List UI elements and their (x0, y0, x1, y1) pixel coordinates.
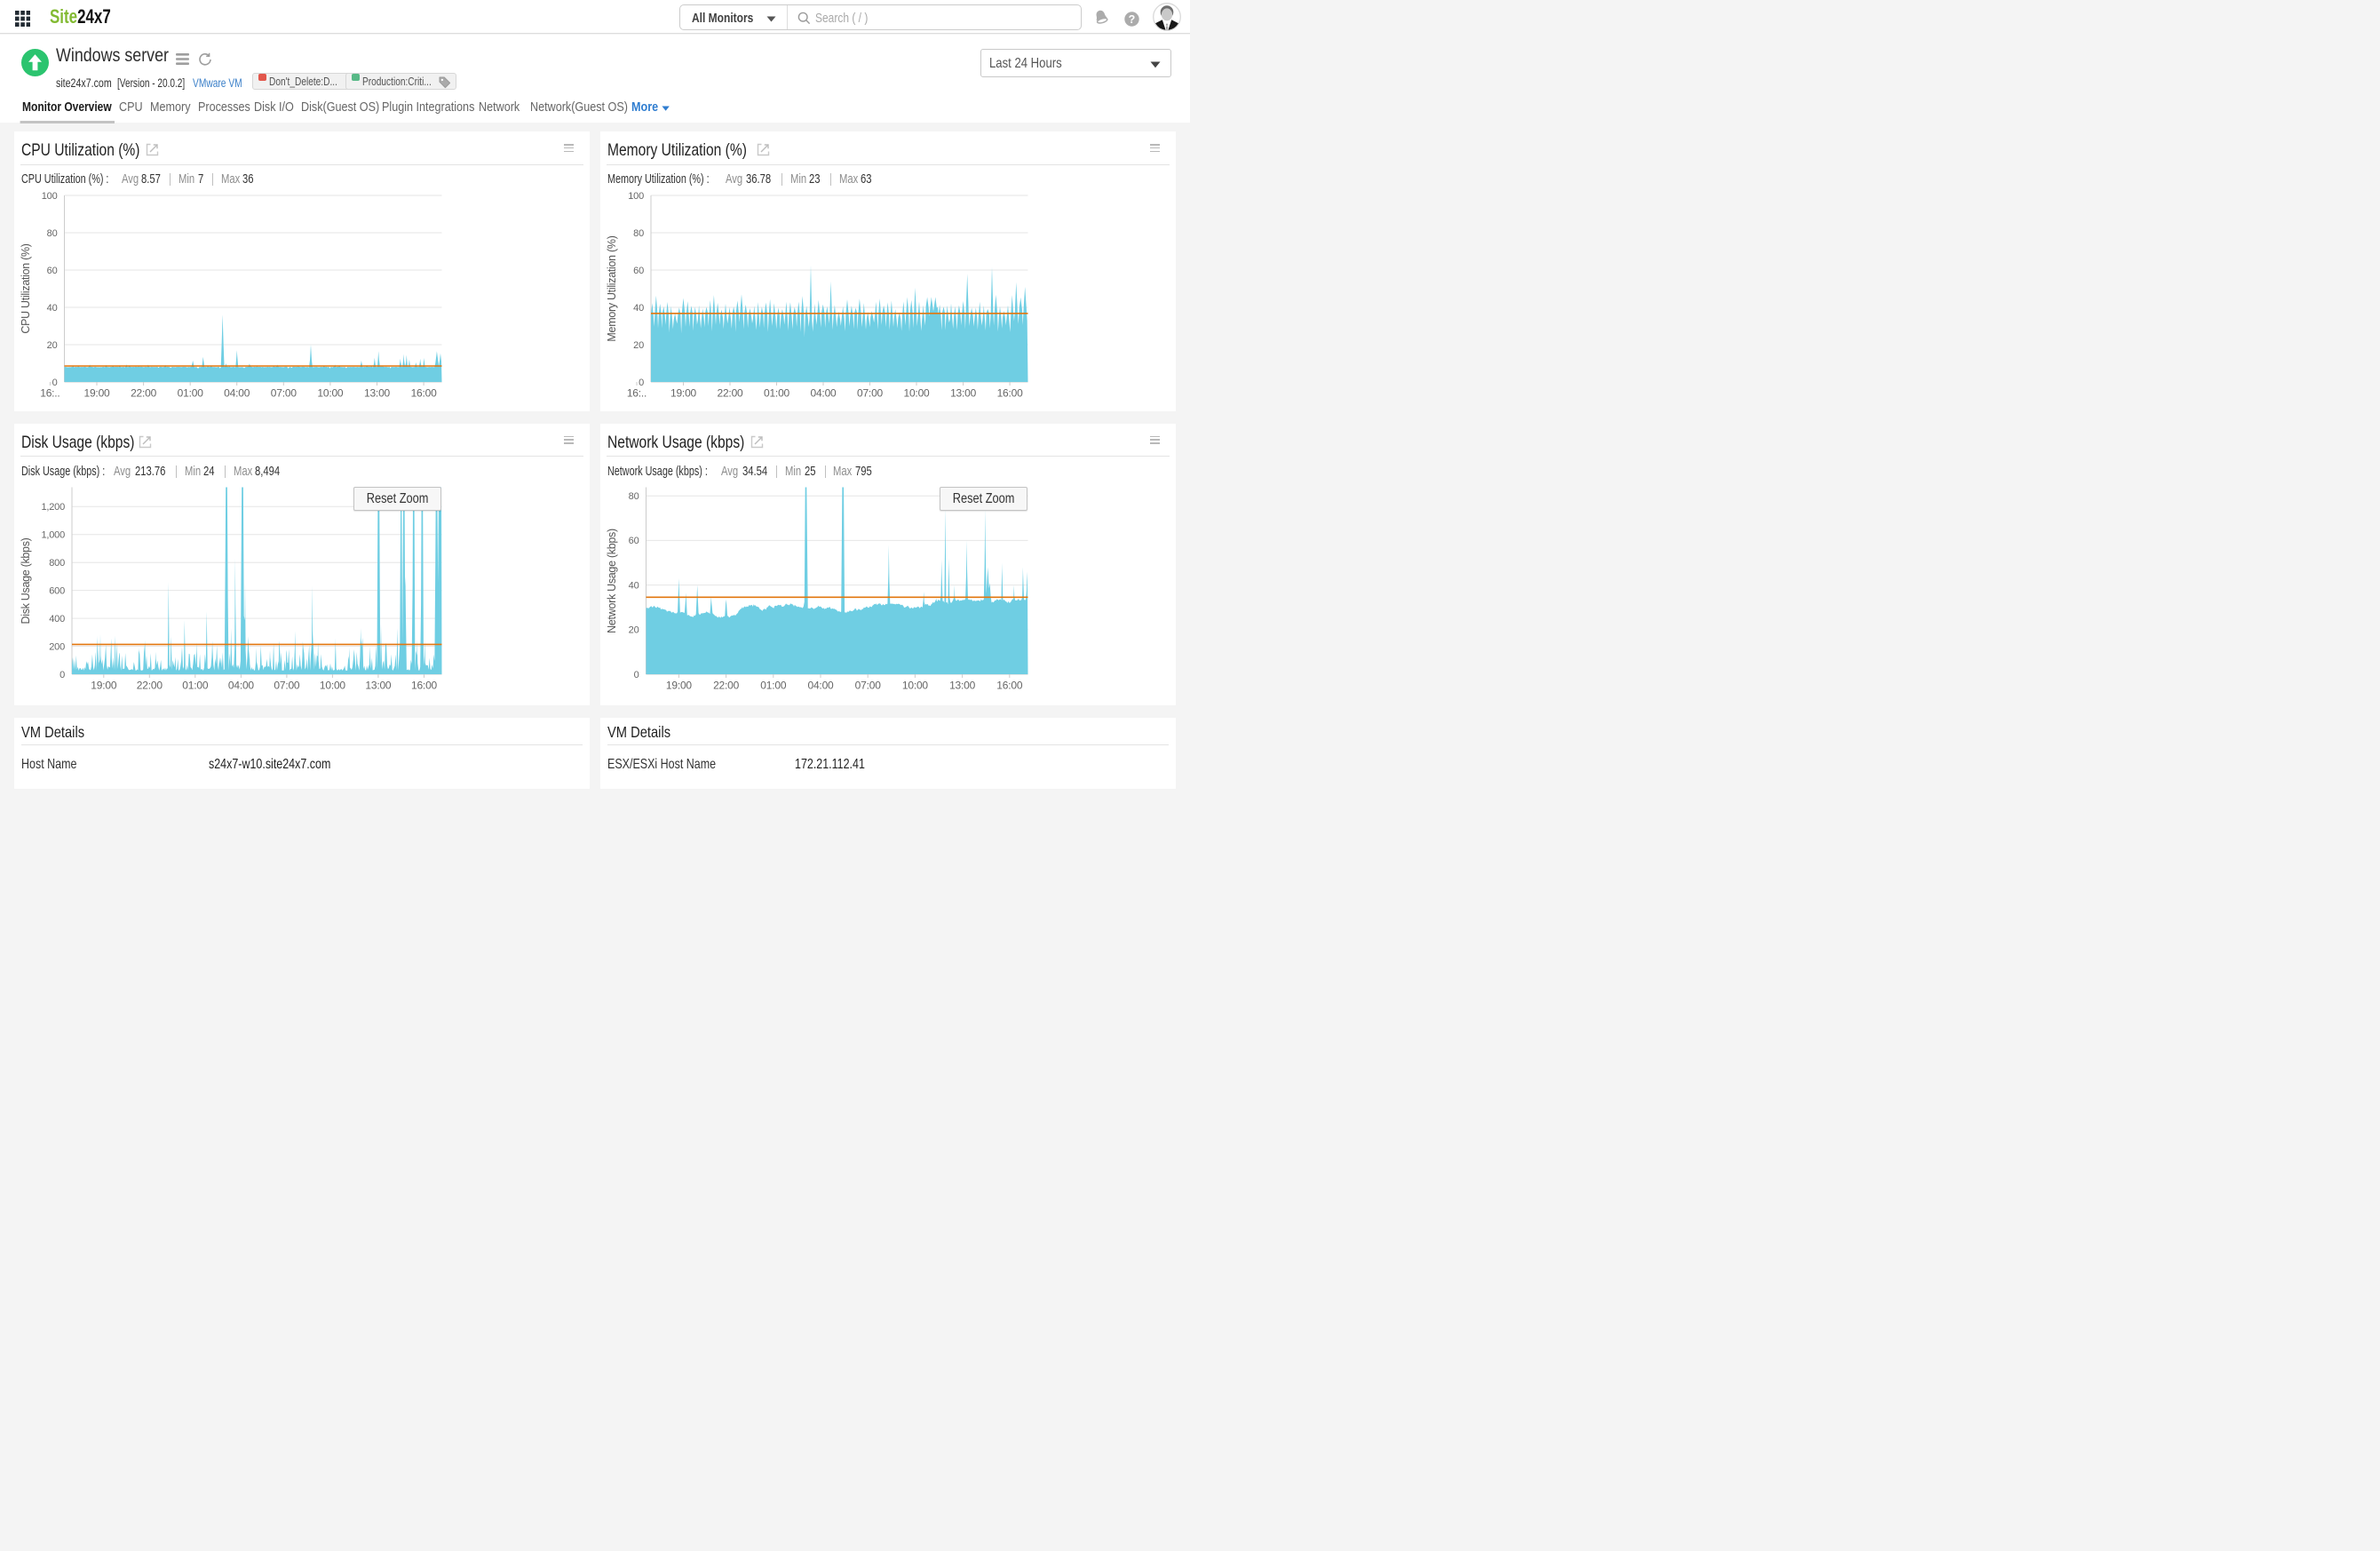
svg-text:16:00: 16:00 (411, 679, 438, 691)
svg-text:20: 20 (47, 340, 58, 351)
svg-text:13:00: 13:00 (364, 387, 391, 400)
svg-text:22:00: 22:00 (131, 387, 157, 400)
svg-text:07:00: 07:00 (857, 387, 884, 400)
svg-text:16:00: 16:00 (411, 387, 438, 400)
svg-text:40: 40 (629, 580, 639, 591)
svg-text:16:00: 16:00 (997, 387, 1024, 400)
svg-text:Memory Utilization (%): Memory Utilization (%) (606, 235, 618, 341)
svg-text:CPU Utilization (%): CPU Utilization (%) (20, 243, 32, 333)
svg-text:01:00: 01:00 (178, 387, 204, 400)
svg-text:13:00: 13:00 (949, 679, 976, 691)
svg-text:13:00: 13:00 (365, 679, 392, 691)
svg-text:0: 0 (60, 669, 65, 680)
svg-text:400: 400 (49, 613, 65, 624)
svg-text:40: 40 (47, 303, 58, 314)
svg-text:100: 100 (42, 191, 58, 202)
svg-text:200: 200 (49, 641, 65, 652)
svg-text:20: 20 (633, 340, 644, 351)
svg-text:04:00: 04:00 (810, 387, 837, 400)
svg-text:60: 60 (633, 266, 644, 276)
svg-text:Disk Usage (kbps): Disk Usage (kbps) (20, 537, 32, 624)
svg-text:13:00: 13:00 (950, 387, 977, 400)
svg-text:22:00: 22:00 (137, 679, 163, 691)
svg-text:01:00: 01:00 (760, 679, 787, 691)
svg-text:600: 600 (49, 585, 65, 596)
svg-text:10:00: 10:00 (317, 387, 344, 400)
svg-text:0: 0 (634, 669, 639, 680)
svg-text:04:00: 04:00 (228, 679, 255, 691)
svg-text:07:00: 07:00 (271, 387, 298, 400)
svg-text:16:..: 16:.. (627, 387, 647, 400)
svg-text:19:00: 19:00 (666, 679, 693, 691)
svg-text:?: ? (1129, 13, 1136, 26)
svg-text:800: 800 (49, 558, 65, 569)
svg-text:07:00: 07:00 (274, 679, 300, 691)
svg-text:04:00: 04:00 (807, 679, 834, 691)
svg-text:19:00: 19:00 (91, 679, 117, 691)
svg-text:16:..: 16:.. (40, 387, 60, 400)
svg-text:04:00: 04:00 (224, 387, 250, 400)
svg-text:01:00: 01:00 (182, 679, 209, 691)
svg-text:19:00: 19:00 (670, 387, 697, 400)
svg-text:1,000: 1,000 (41, 529, 65, 540)
svg-text:22:00: 22:00 (713, 679, 740, 691)
svg-text:80: 80 (629, 491, 639, 502)
svg-text:40: 40 (633, 303, 644, 314)
svg-text:Network Usage (kbps): Network Usage (kbps) (606, 529, 618, 633)
svg-text:16:00: 16:00 (996, 679, 1023, 691)
svg-text:80: 80 (633, 228, 644, 239)
svg-text:100: 100 (628, 191, 644, 202)
svg-text:60: 60 (629, 536, 639, 546)
svg-text:07:00: 07:00 (855, 679, 882, 691)
svg-text:60: 60 (47, 266, 58, 276)
svg-text:80: 80 (47, 228, 58, 239)
svg-text:10:00: 10:00 (902, 679, 929, 691)
svg-text:10:00: 10:00 (320, 679, 346, 691)
svg-text:19:00: 19:00 (83, 387, 110, 400)
svg-text:22:00: 22:00 (717, 387, 743, 400)
svg-text:20: 20 (629, 624, 639, 635)
svg-text:10:00: 10:00 (903, 387, 930, 400)
svg-text:01:00: 01:00 (764, 387, 790, 400)
svg-text:1,200: 1,200 (41, 502, 65, 513)
